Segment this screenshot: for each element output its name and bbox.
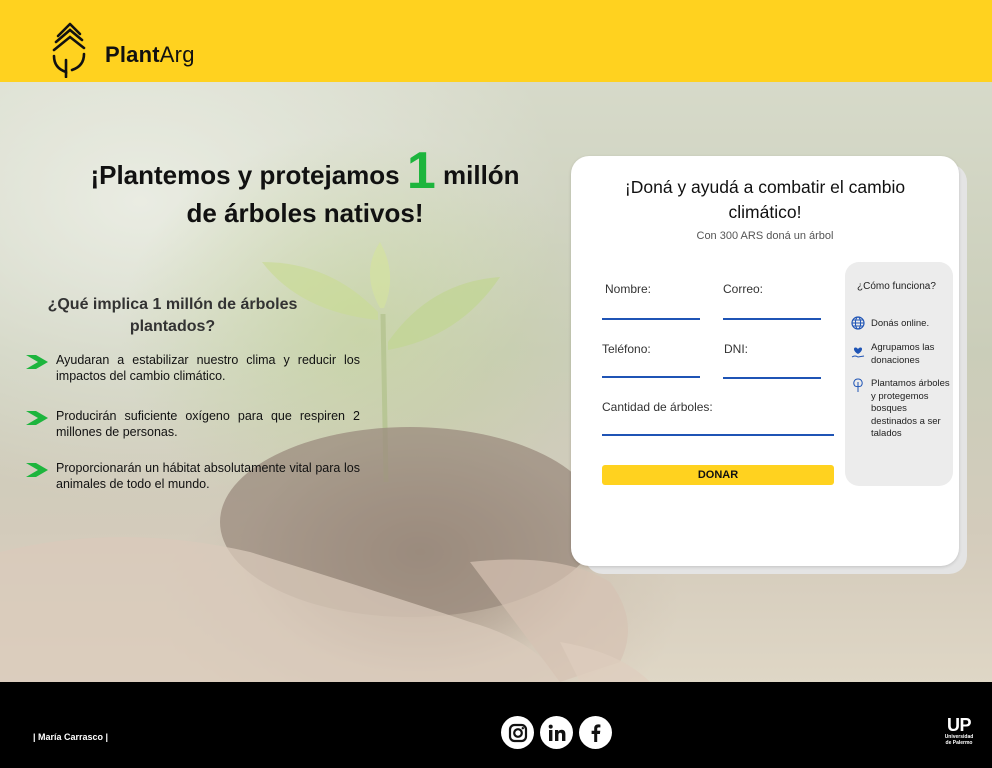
trees-label: Cantidad de árboles: — [602, 400, 713, 414]
how-step-text: Agrupamos las donaciones — [871, 342, 935, 366]
name-label: Nombre: — [605, 282, 652, 296]
phone-input[interactable] — [602, 376, 700, 378]
brand-name[interactable]: PlantArg — [105, 42, 195, 68]
linkedin-icon — [548, 724, 565, 741]
instagram-button[interactable] — [501, 716, 534, 749]
plantarg-logo-icon — [52, 22, 86, 78]
hero-title-line2: de árboles nativos! — [186, 198, 424, 228]
dni-input[interactable] — [723, 377, 821, 379]
header: PlantArg — [0, 0, 992, 82]
globe-icon — [851, 316, 865, 330]
university-line2: de Palermo — [945, 740, 973, 746]
form-subtitle: Con 300 ARS doná un árbol — [696, 230, 834, 242]
tree-icon — [853, 378, 863, 392]
hero-section: ¡Plantemos y protejamos 1 millón de árbo… — [0, 82, 992, 682]
impact-text: Proporcionarán un hábitat absolutamente … — [56, 461, 360, 491]
university-short: UP — [946, 715, 972, 735]
chevron-right-icon — [26, 463, 48, 477]
facebook-button[interactable] — [579, 716, 612, 749]
heart-hand-icon — [851, 347, 865, 358]
trees-input[interactable] — [602, 434, 834, 436]
donation-form-card: ¡Doná y ayudá a combatir el cambio climá… — [571, 156, 959, 566]
how-title: ¿Cómo funciona? — [857, 281, 936, 292]
impact-text: Producirán suficiente oxígeno para que r… — [56, 409, 360, 439]
impact-question: ¿Qué implica 1 millón de árboles plantad… — [47, 296, 298, 335]
how-it-works-panel: ¿Cómo funciona? Donás online. Agrupamos … — [845, 262, 953, 486]
chevron-right-icon — [26, 411, 48, 425]
brand-name-bold: Plant — [105, 42, 160, 67]
footer: | María Carrasco | UP Universidad de Pal… — [3, 682, 992, 768]
email-input[interactable] — [723, 318, 821, 320]
name-input[interactable] — [602, 318, 700, 320]
how-step-text: Donás online. — [871, 318, 930, 329]
linkedin-button[interactable] — [540, 716, 573, 749]
dni-label: DNI: — [724, 342, 748, 356]
brand-name-rest: Arg — [159, 42, 195, 67]
chevron-right-icon — [26, 355, 48, 369]
phone-label: Teléfono: — [602, 342, 651, 356]
impact-text: Ayudaran a estabilizar nuestro clima y r… — [56, 353, 360, 383]
university-logo: UP Universidad de Palermo — [941, 716, 977, 746]
hero-title: ¡Plantemos y protejamos 1 millón de árbo… — [50, 145, 560, 232]
hero-title-number: 1 — [406, 142, 436, 200]
donate-button[interactable]: DONAR — [602, 465, 834, 485]
facebook-icon — [591, 723, 600, 742]
author-credit: | María Carrasco | — [33, 732, 109, 742]
how-step-text: Plantamos árboles y protegemos bosques d… — [871, 378, 950, 439]
email-label: Correo: — [723, 282, 764, 296]
hero-title-part2: millón — [435, 160, 520, 190]
hero-title-part1: ¡Plantemos y protejamos — [90, 160, 407, 190]
form-title: ¡Doná y ayudá a combatir el cambio climá… — [624, 177, 906, 222]
instagram-icon — [508, 723, 527, 742]
